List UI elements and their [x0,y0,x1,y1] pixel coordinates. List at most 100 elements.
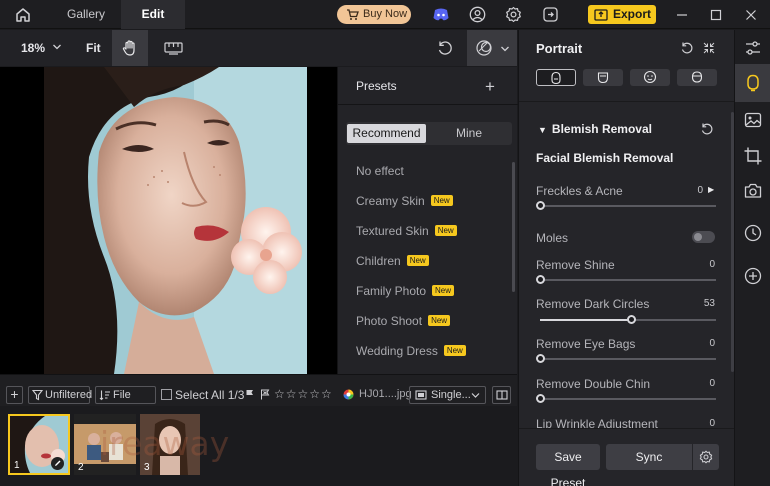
new-badge: New [428,315,451,326]
slider-value[interactable]: 0 [685,259,715,270]
slider-value[interactable]: 0 [685,378,715,389]
divider [338,104,518,105]
new-badge: New [432,285,455,296]
tab-gallery[interactable]: Gallery [50,0,122,29]
add-preset-icon[interactable]: + [485,77,495,97]
adjust-sliders-icon[interactable] [743,38,763,58]
thumbnail[interactable]: 1 [8,414,70,475]
split-view-icon [496,390,508,400]
slider-knob[interactable] [536,275,545,284]
select-all-checkbox[interactable] [161,389,172,400]
sign-in-icon[interactable] [542,6,559,23]
presets-scrollbar[interactable] [512,162,515,292]
new-badge: New [443,345,466,356]
new-badge: New [434,225,457,236]
view-mode-dropdown[interactable]: Single... [409,386,486,404]
history-icon[interactable] [743,223,763,243]
slider-knob[interactable] [536,394,545,403]
presets-title: Presets [356,79,397,93]
fit-button[interactable]: Fit [86,41,101,55]
chevron-down-icon [501,46,509,52]
home-icon[interactable] [14,6,32,24]
thumbnail-number: 3 [144,462,150,473]
moles-toggle[interactable] [692,231,715,243]
reject-flag-icon[interactable] [260,389,271,400]
export-icon [594,8,608,21]
preset-item[interactable]: Creamy Skin New [356,194,453,208]
portrait-photo[interactable] [44,67,307,374]
select-all-label[interactable]: Select All 1/3 [175,388,244,402]
editor-toolbar: 18% Fit [0,30,517,66]
preset-item[interactable]: Wedding Dress New [356,344,466,358]
star-rating[interactable]: ☆☆☆☆☆ [274,387,333,401]
mask-toggle-button[interactable] [467,30,517,66]
save-preset-button[interactable]: Save Preset [536,444,600,486]
camera-icon[interactable] [743,181,763,201]
minimize-icon[interactable] [674,6,691,23]
compare-icon[interactable] [164,40,183,56]
slider-value[interactable]: 0 [685,338,715,349]
edited-icon [51,457,64,470]
face-tab-shape[interactable] [583,69,623,86]
add-tool-icon[interactable] [743,266,763,286]
crop-icon[interactable] [743,146,763,166]
flag-icon[interactable] [245,389,255,400]
moles-label: Moles [536,231,569,245]
sync-settings-button[interactable] [693,444,719,470]
slider-knob[interactable] [536,201,545,210]
color-label-icon[interactable] [343,389,354,400]
preset-item[interactable]: Children New [356,254,429,268]
expand-arrow-icon[interactable]: ▶ [708,185,714,194]
account-icon[interactable] [469,6,486,23]
sort-icon [99,390,110,401]
section-reset-icon[interactable] [700,122,714,136]
thumbnail-number: 1 [14,460,20,471]
sync-button[interactable]: Sync [606,444,692,470]
slider-track[interactable] [540,279,716,281]
slider-track[interactable] [540,205,716,207]
unfiltered-button[interactable]: Unfiltered [28,386,92,404]
slider-knob[interactable] [627,315,636,324]
sort-button[interactable]: File name [95,386,156,417]
reset-icon[interactable] [680,41,694,55]
maximize-icon[interactable] [708,6,725,23]
title-bar: Gallery Edit Buy Now Export [0,0,770,29]
slider-value[interactable]: 0 [673,185,703,196]
tab-recommend[interactable]: Recommend [347,124,426,143]
new-badge: New [406,255,429,266]
portrait-face-icon[interactable] [743,73,763,93]
tab-mine[interactable]: Mine [428,124,510,143]
split-view-button[interactable] [492,386,511,404]
section-header[interactable]: ▼ Blemish Removal [538,122,652,136]
buy-now-button[interactable]: Buy Now [337,5,411,24]
tab-edit[interactable]: Edit [121,0,185,29]
preset-item[interactable]: Textured Skin New [356,224,457,238]
divider [519,101,735,102]
preset-item[interactable]: Photo Shoot New [356,314,451,328]
portrait-panel: Portrait ▼ Blemish Removal Facial Blemish… [518,30,735,486]
export-button[interactable]: Export [588,5,656,24]
face-tab-features[interactable] [630,69,670,86]
close-icon[interactable] [743,6,760,23]
slider-label: Remove Shine [536,258,615,272]
collapse-icon[interactable] [702,41,716,55]
face-tab-skin[interactable] [536,69,576,86]
thumbnail-number: 2 [78,462,84,473]
image-icon[interactable] [743,110,763,130]
slider-value[interactable]: 53 [685,298,715,309]
add-photo-button[interactable]: + [6,386,23,404]
discord-icon[interactable] [432,6,449,23]
hand-tool-button[interactable] [112,30,148,66]
slider-knob[interactable] [536,354,545,363]
chevron-down-icon[interactable] [52,43,62,51]
slider-track[interactable] [540,398,716,400]
reset-icon[interactable] [436,39,454,57]
preset-item[interactable]: Family Photo New [356,284,455,298]
face-tab-makeup[interactable] [677,69,717,86]
preset-item[interactable]: No effect [356,164,404,178]
settings-icon[interactable] [505,6,522,23]
face-icon [551,71,561,85]
zoom-level[interactable]: 18% [21,41,45,55]
chevron-down-icon [471,393,480,398]
slider-track[interactable] [540,358,716,360]
